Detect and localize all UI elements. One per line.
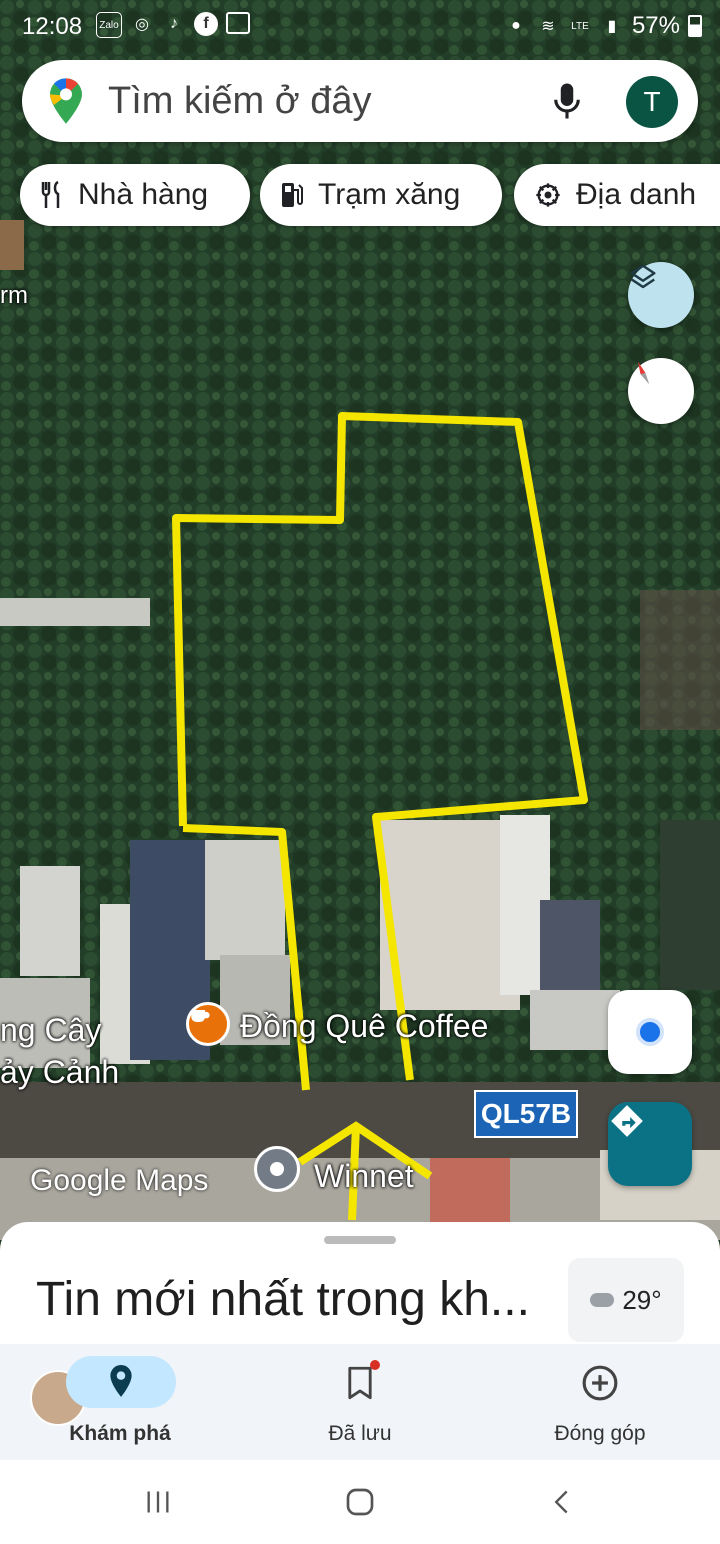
bookmark-icon <box>348 1366 372 1400</box>
nav-label: Đóng góp <box>554 1422 646 1445</box>
status-time: 12:08 <box>22 13 83 40</box>
tiktok-icon: ♪ <box>170 15 178 32</box>
coffee-pin-icon[interactable] <box>186 1002 230 1046</box>
home-icon[interactable] <box>344 1486 376 1518</box>
nav-label: Đã lưu <box>328 1422 392 1445</box>
map-label-farm[interactable]: rm <box>0 282 28 310</box>
battery-percent: 57% <box>631 12 680 39</box>
recent-apps-icon[interactable] <box>144 1488 172 1516</box>
road-shield: QL57B <box>474 1090 578 1138</box>
chip-label: Địa danh <box>576 178 697 211</box>
category-chips: Nhà hàng Trạm xăng Địa danh <box>20 164 720 226</box>
location-status-icon: ● <box>511 17 521 34</box>
chip-gas-stations[interactable]: Trạm xăng <box>260 164 502 226</box>
status-bar: 12:08 Zalo ◎ ♪ f ● ≋ LTE ▮ 57% <box>0 0 720 56</box>
facebook-icon: f <box>194 12 218 36</box>
bottom-navigation: Khám phá Đã lưu Đóng góp <box>0 1344 720 1460</box>
chip-landmarks[interactable]: Địa danh <box>514 164 720 226</box>
google-maps-attribution: Google Maps <box>30 1164 209 1197</box>
weather-temperature: 29° <box>622 1284 662 1315</box>
zalo-notification-icon: Zalo <box>96 12 122 38</box>
nav-contribute[interactable]: Đóng góp <box>480 1344 720 1460</box>
account-avatar[interactable]: T <box>626 76 678 128</box>
cloud-icon <box>590 1293 615 1307</box>
weather-chip[interactable]: 29° <box>568 1258 684 1342</box>
chip-restaurants[interactable]: Nhà hàng <box>20 164 250 226</box>
map-label-shop-1[interactable]: ng Cây <box>0 1012 101 1049</box>
notification-dot <box>370 1360 380 1370</box>
restaurant-icon <box>41 180 60 208</box>
volte-icon: LTE <box>571 20 589 32</box>
place-pin-icon[interactable] <box>254 1146 300 1192</box>
compass-button[interactable] <box>628 358 694 424</box>
directions-button[interactable] <box>608 1102 692 1186</box>
google-maps-logo-icon <box>50 78 82 124</box>
battery-icon <box>688 15 702 37</box>
signal-icon: ▮ <box>607 18 617 35</box>
gas-station-icon <box>282 183 303 207</box>
nav-label: Khám phá <box>69 1422 171 1445</box>
search-bar[interactable]: Tìm kiếm ở đây T <box>22 60 698 142</box>
chip-label: Trạm xăng <box>318 178 461 211</box>
system-navigation-bar <box>0 1460 720 1544</box>
mic-icon[interactable] <box>552 81 582 121</box>
map-label-winnet[interactable]: Winnet <box>314 1158 414 1195</box>
directions-icon <box>611 1105 643 1137</box>
sheet-title[interactable]: Tin mới nhất trong kh... <box>36 1272 530 1327</box>
layers-button[interactable] <box>628 262 694 328</box>
back-icon[interactable] <box>548 1486 576 1518</box>
my-location-icon <box>636 1018 664 1046</box>
landmark-icon <box>536 183 560 207</box>
explore-pin-icon <box>110 1365 132 1397</box>
wifi-icon: ≋ <box>541 18 555 35</box>
nav-explore[interactable]: Khám phá <box>0 1344 240 1460</box>
add-circle-icon <box>582 1365 618 1401</box>
compass-icon <box>638 361 650 385</box>
explore-sheet[interactable]: Tin mới nhất trong kh... 29° <box>0 1222 720 1352</box>
layers-icon <box>630 264 656 289</box>
map-label-coffee[interactable]: Đồng Quê Coffee <box>240 1008 488 1045</box>
fingerprint-icon: ◎ <box>135 16 149 33</box>
my-location-button[interactable] <box>608 990 692 1074</box>
map-label-shop-2[interactable]: ảy Cảnh <box>0 1054 119 1091</box>
search-input[interactable]: Tìm kiếm ở đây <box>108 80 372 123</box>
sheet-drag-handle[interactable] <box>324 1236 396 1244</box>
nav-saved[interactable]: Đã lưu <box>240 1344 480 1460</box>
chip-label: Nhà hàng <box>78 178 209 211</box>
gallery-icon <box>226 12 250 34</box>
